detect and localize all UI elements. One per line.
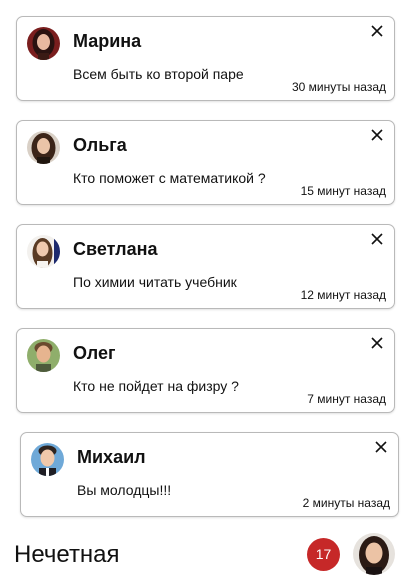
brunette-woman-avatar-icon xyxy=(27,131,60,164)
close-icon[interactable] xyxy=(370,336,384,350)
avatar xyxy=(27,235,60,268)
message-text: Всем быть ко второй паре xyxy=(73,66,244,82)
close-icon[interactable] xyxy=(370,128,384,142)
message-text: Кто поможет с математикой ? xyxy=(73,170,266,186)
notification-card[interactable]: Олег Кто не пойдет на физру ? 7 минут на… xyxy=(16,328,395,413)
sender-name: Ольга xyxy=(73,135,127,155)
close-icon[interactable] xyxy=(370,24,384,38)
avatar xyxy=(27,27,60,60)
timestamp: 2 минуты назад xyxy=(302,496,390,510)
timestamp: 7 минут назад xyxy=(307,392,386,406)
timestamp: 30 минуты назад xyxy=(291,80,386,94)
notification-card[interactable]: Ольга Кто поможет с математикой ? 15 мин… xyxy=(16,120,395,205)
man-avatar-icon xyxy=(31,443,64,476)
message-text: Кто не пойдет на физру ? xyxy=(73,378,239,394)
young-man-avatar-icon xyxy=(27,339,60,372)
user-avatar[interactable] xyxy=(353,533,395,575)
close-icon[interactable] xyxy=(370,232,384,246)
sender-name: Марина xyxy=(73,31,142,51)
message-text: Вы молодцы!!! xyxy=(77,482,172,498)
avatar xyxy=(27,339,60,372)
sender-name: Олег xyxy=(73,343,116,363)
user-avatar-icon xyxy=(353,533,395,575)
avatar xyxy=(31,443,64,476)
notification-card[interactable]: Михаил Вы молодцы!!! 2 минуты назад xyxy=(20,432,399,517)
notification-card[interactable]: Светлана По химии читать учебник 12 мину… xyxy=(16,224,395,309)
avatar xyxy=(27,131,60,164)
notification-card[interactable]: Марина Всем быть ко второй паре 30 минут… xyxy=(16,16,395,101)
week-parity-title: Нечетная xyxy=(14,541,120,568)
sender-name: Светлана xyxy=(73,239,158,259)
close-icon[interactable] xyxy=(374,440,388,454)
sender-name: Михаил xyxy=(77,447,146,467)
timestamp: 15 минут назад xyxy=(300,184,386,198)
dark-haired-woman-avatar-icon xyxy=(27,27,60,60)
message-text: По химии читать учебник xyxy=(73,274,237,290)
long-haired-woman-avatar-icon xyxy=(27,235,60,268)
timestamp: 12 минут назад xyxy=(300,288,386,302)
notification-count-badge[interactable]: 17 xyxy=(307,538,340,571)
